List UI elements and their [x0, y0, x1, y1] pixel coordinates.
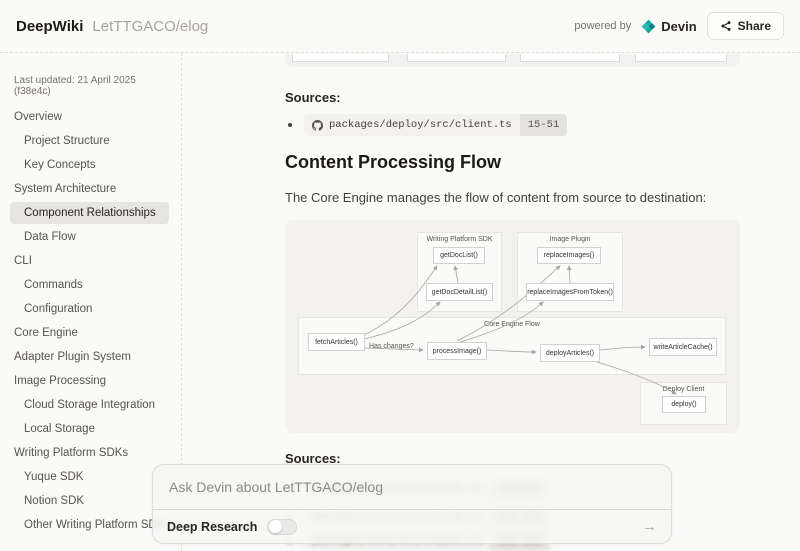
partial-node [407, 54, 506, 62]
sidebar-item-local-storage[interactable]: Local Storage [0, 417, 181, 441]
share-button[interactable]: Share [707, 12, 784, 40]
sidebar-item-key-concepts[interactable]: Key Concepts [0, 153, 181, 177]
sidebar-item-component-relationships[interactable]: Component Relationships [10, 202, 169, 224]
deepwiki-page: DeepWiki LetTTGACO/elog powered by Devin [0, 0, 800, 551]
repo-name[interactable]: LetTTGACO/elog [92, 18, 208, 35]
sidebar-item-project-structure[interactable]: Project Structure [0, 129, 181, 153]
deep-research-label: Deep Research [167, 520, 257, 534]
sidebar-item-overview[interactable]: Overview [0, 105, 181, 129]
last-updated: Last updated: 21 April 2025 (f38e4c) [0, 75, 181, 97]
sources-heading: Sources: [285, 90, 341, 105]
node-deployarticles: deployArticles() [540, 344, 600, 362]
deep-research-toggle[interactable] [267, 519, 297, 535]
share-icon [720, 20, 732, 32]
devin-logo-icon [641, 19, 656, 34]
sidebar-item-core-engine[interactable]: Core Engine [0, 321, 181, 345]
powered-by-devin-link[interactable]: Devin [641, 19, 696, 34]
ask-devin-panel: Deep Research → [152, 464, 672, 544]
node-replaceimagesfromtoken: replaceImagesFromToken() [526, 283, 614, 301]
sidebar-item-configuration[interactable]: Configuration [0, 297, 181, 321]
powered-by-label: powered by [574, 20, 631, 32]
source-list-item: packages/deploy/src/client.ts 15-51 [288, 114, 567, 136]
ask-devin-footer: Deep Research → [153, 510, 671, 543]
submit-arrow-icon[interactable]: → [642, 519, 657, 534]
node-writearticlecache: writeArticleCache() [649, 338, 717, 356]
sidebar-item-data-flow[interactable]: Data Flow [0, 225, 181, 249]
ask-devin-input[interactable] [153, 465, 671, 509]
sidebar-item-cloud-storage-integration[interactable]: Cloud Storage Integration [0, 393, 181, 417]
sidebar-item-adapter-plugin-system[interactable]: Adapter Plugin System [0, 345, 181, 369]
devin-label: Devin [661, 19, 696, 34]
node-fetcharticles: fetchArticles() [308, 333, 365, 351]
partial-node [292, 54, 389, 62]
page-section-title: Content Processing Flow [285, 152, 501, 173]
share-label: Share [738, 19, 771, 33]
node-deploy: deploy() [662, 396, 706, 413]
node-getdocdetaillist: getDocDetailList() [426, 283, 493, 301]
source-line-range: 15-51 [520, 114, 568, 136]
header-right: powered by Devin [574, 12, 784, 40]
source-file-link[interactable]: packages/deploy/src/client.ts 15-51 [304, 114, 567, 136]
header: DeepWiki LetTTGACO/elog powered by Devin [0, 0, 800, 53]
node-processimage: processImage() [427, 342, 487, 360]
partial-node [520, 54, 620, 62]
node-replaceimages: replaceImages() [537, 247, 601, 264]
edge-label-has-changes: Has changes? [369, 343, 414, 350]
previous-diagram-partial [285, 54, 740, 67]
sidebar-item-image-processing[interactable]: Image Processing [0, 369, 181, 393]
brand-logo[interactable]: DeepWiki [16, 18, 83, 35]
toggle-knob [269, 520, 282, 533]
sidebar-item-cli[interactable]: CLI [0, 249, 181, 273]
sidebar-item-system-architecture[interactable]: System Architecture [0, 177, 181, 201]
sidebar-item-commands[interactable]: Commands [0, 273, 181, 297]
node-getdoclist: getDocList() [433, 247, 485, 264]
list-bullet [288, 123, 292, 127]
source-file-path: packages/deploy/src/client.ts [329, 119, 512, 131]
section-intro-text: The Core Engine manages the flow of cont… [285, 190, 706, 205]
content-processing-flow-diagram: Writing Platform SDK Image Plugin Core E… [285, 220, 740, 433]
sidebar-item-writing-platform-sdks[interactable]: Writing Platform SDKs [0, 441, 181, 465]
github-icon [312, 120, 323, 131]
partial-node [635, 54, 727, 62]
